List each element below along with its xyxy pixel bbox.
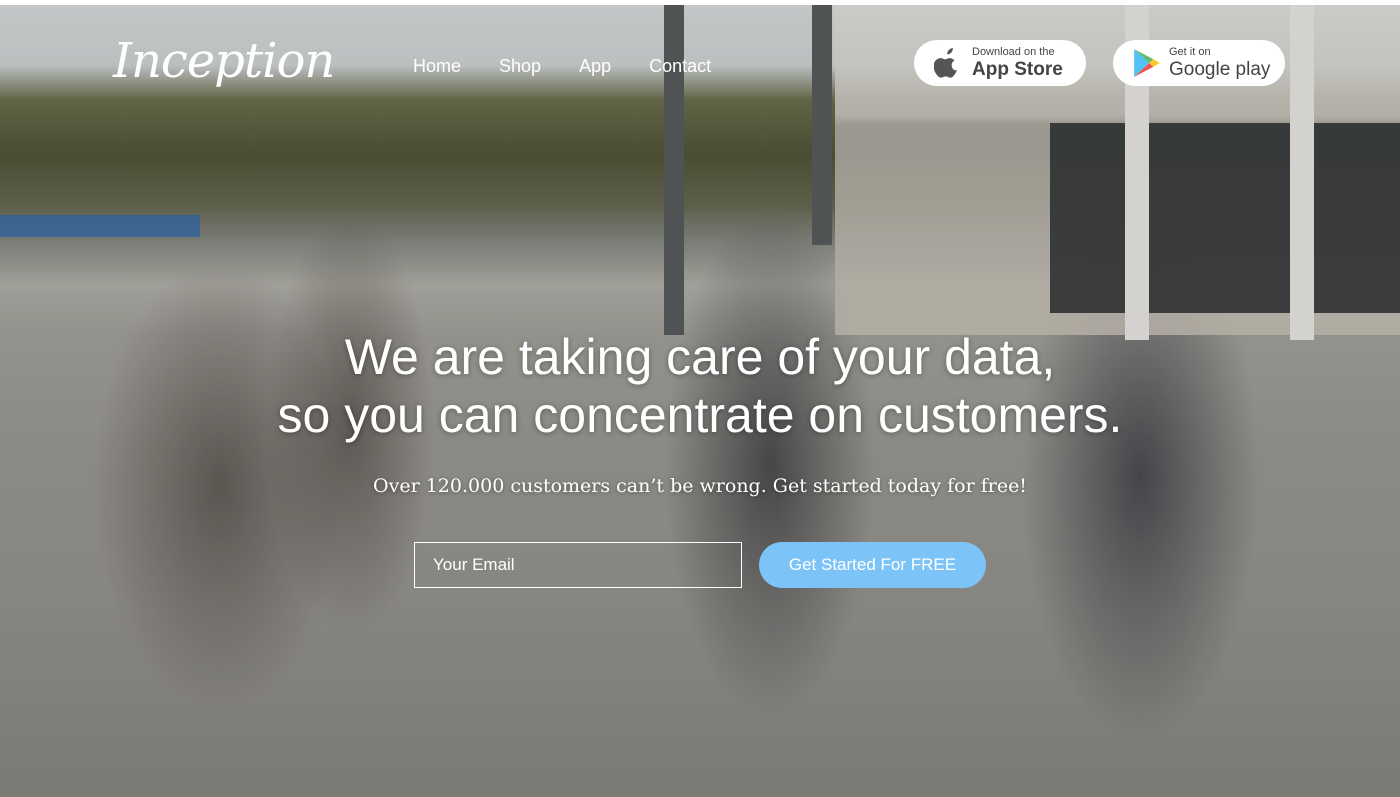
apple-icon xyxy=(934,48,957,78)
app-store-small-label: Download on the xyxy=(972,45,1055,58)
nav-shop[interactable]: Shop xyxy=(499,55,541,77)
nav-app[interactable]: App xyxy=(579,55,611,77)
google-play-icon xyxy=(1134,49,1160,77)
app-store-button[interactable]: Download on the App Store xyxy=(914,40,1086,86)
hero-headline: We are taking care of your data, so you … xyxy=(0,328,1400,444)
google-play-text: Get it on Google play xyxy=(1169,46,1270,81)
hero-headline-line-2: so you can concentrate on customers. xyxy=(277,387,1123,443)
nav-home[interactable]: Home xyxy=(413,55,461,77)
hero-headline-line-1: We are taking care of your data, xyxy=(344,329,1056,385)
app-store-big-label: App Store xyxy=(972,58,1063,80)
site-logo[interactable]: Inception xyxy=(113,33,335,89)
nav-contact[interactable]: Contact xyxy=(649,55,711,77)
app-store-text: Download on the App Store xyxy=(972,46,1063,81)
google-play-small-label: Get it on xyxy=(1169,45,1211,58)
hero-background: Inception Home Shop App Contact Download… xyxy=(0,5,1400,797)
google-play-button[interactable]: Get it on Google play xyxy=(1113,40,1285,86)
get-started-button[interactable]: Get Started For FREE xyxy=(759,542,986,588)
google-play-big-label: Google play xyxy=(1169,58,1271,80)
main-nav: Home Shop App Contact xyxy=(413,55,749,77)
hero-subheadline: Over 120.000 customers can’t be wrong. G… xyxy=(373,475,1027,497)
email-input[interactable] xyxy=(414,542,742,588)
